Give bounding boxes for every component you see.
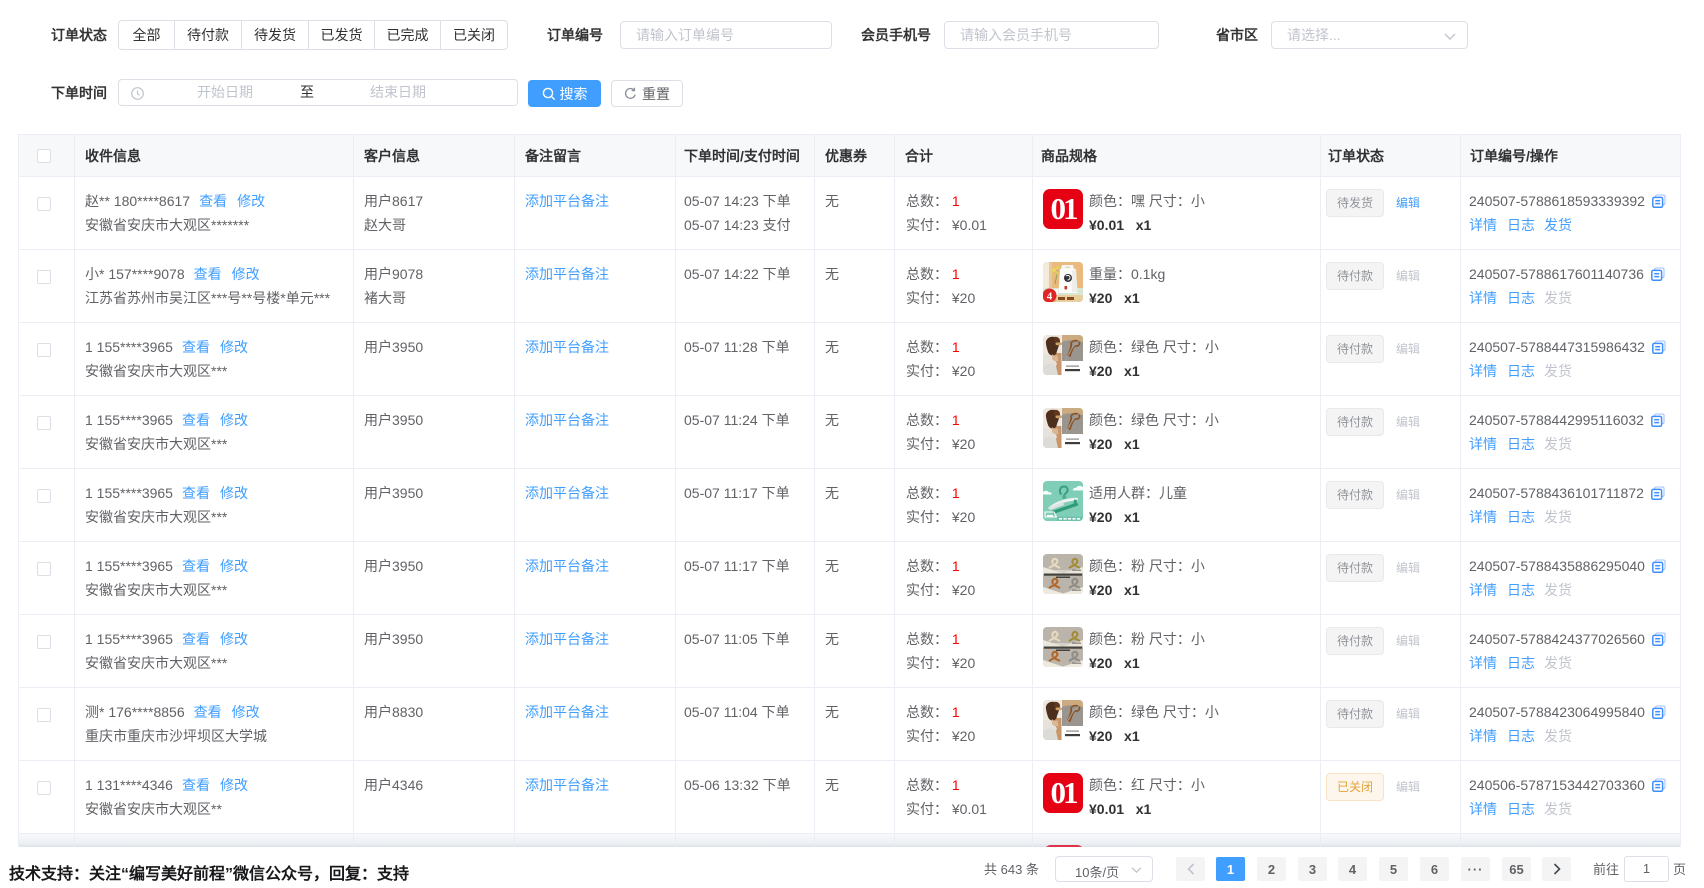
svg-text:4: 4 [1047, 291, 1053, 302]
